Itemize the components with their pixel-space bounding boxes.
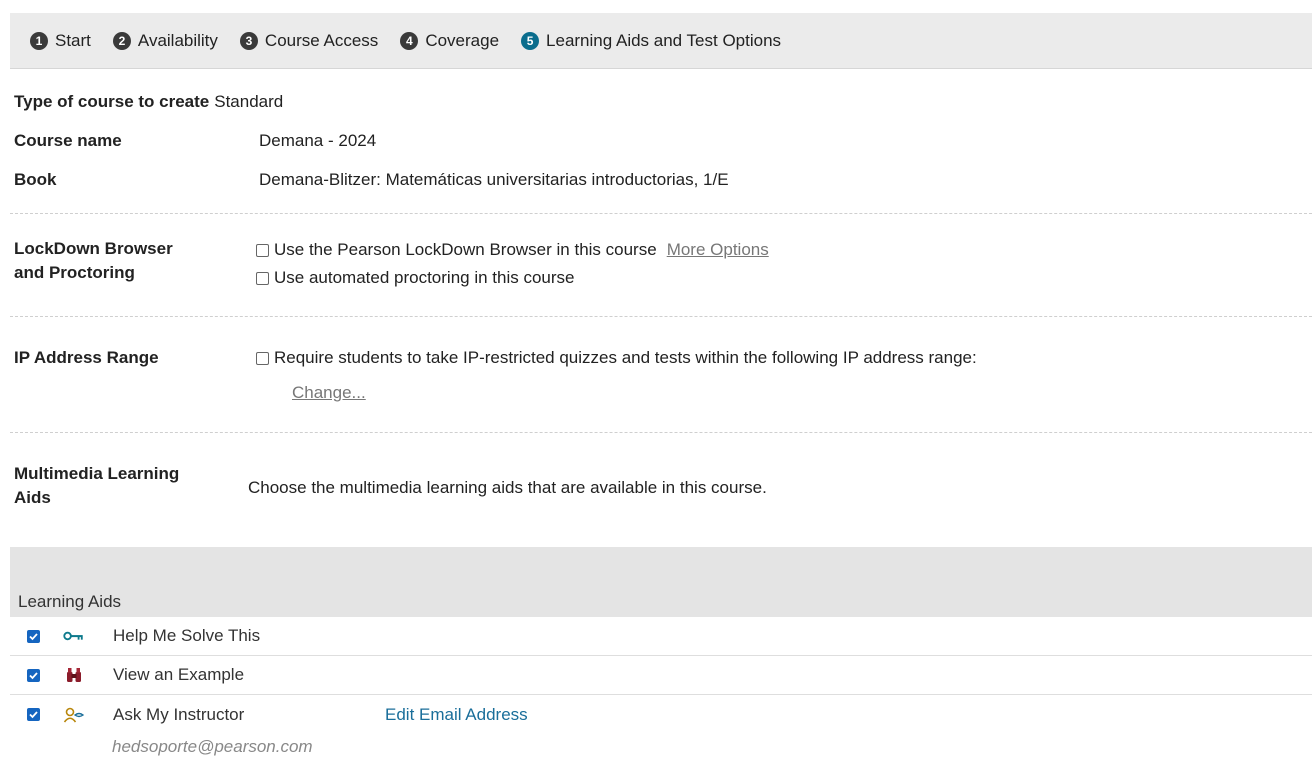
learning-aids-header-bar [10, 547, 1312, 617]
step-start[interactable]: 1 Start [30, 31, 91, 51]
section-divider [10, 316, 1312, 317]
step-availability[interactable]: 2 Availability [112, 30, 218, 51]
automated-proctoring-option-label: Use automated proctoring in this course [274, 268, 575, 287]
lockdown-browser-option: Use the Pearson LockDown Browser in this… [256, 240, 769, 260]
ip-change-link[interactable]: Change... [292, 383, 366, 403]
wizard-step-bar: 1 Start 2 Availability 3 Course Access 4… [10, 13, 1312, 69]
ask-instructor-checkbox[interactable] [27, 708, 40, 721]
step-label: Course Access [264, 30, 379, 50]
book-label: Book [14, 170, 57, 189]
lockdown-label-line1: LockDown Browser [14, 239, 173, 258]
learning-aid-row: Ask My Instructor Edit Email Address [10, 695, 1312, 734]
more-options-link[interactable]: More Options [667, 240, 769, 260]
book-row: Book Demana-Blitzer: Matemáticas univers… [14, 170, 729, 190]
learning-aid-row: Help Me Solve This [10, 617, 1312, 656]
multimedia-label-line2: Aids [14, 488, 51, 507]
automated-proctoring-option: Use automated proctoring in this course [256, 268, 575, 288]
lockdown-browser-option-label: Use the Pearson LockDown Browser in this… [274, 240, 657, 259]
course-name-label: Course name [14, 131, 122, 150]
step-learning-aids[interactable]: 5 Learning Aids and Test Options [521, 31, 781, 51]
learning-aid-label: Help Me Solve This [113, 626, 261, 645]
key-icon [63, 627, 85, 645]
book-value: Demana-Blitzer: Matemáticas universitari… [259, 170, 729, 189]
lockdown-section-label: LockDown Browser and Proctoring [14, 237, 173, 285]
section-divider [10, 432, 1312, 433]
lockdown-browser-checkbox[interactable] [256, 243, 269, 257]
learning-aids-header: Learning Aids [18, 592, 122, 611]
course-type-label: Type of course to create [14, 92, 210, 111]
automated-proctoring-checkbox[interactable] [256, 271, 269, 285]
binoculars-icon [63, 666, 85, 684]
step-label: Availability [137, 30, 218, 50]
ip-restriction-option-label: Require students to take IP-restricted q… [274, 348, 977, 367]
help-me-solve-checkbox[interactable] [27, 629, 40, 643]
step-number-badge: 4 [400, 31, 419, 50]
step-label: Start [55, 30, 91, 50]
edit-email-link[interactable]: Edit Email Address [385, 705, 528, 725]
instructor-icon [63, 706, 85, 724]
ip-range-section-label: IP Address Range [14, 348, 159, 367]
lockdown-label-line2: and Proctoring [14, 263, 135, 282]
view-example-checkbox[interactable] [27, 668, 40, 682]
step-number-badge: 3 [239, 31, 258, 50]
course-type-value: Standard [214, 92, 284, 111]
multimedia-description: Choose the multimedia learning aids that… [248, 478, 767, 497]
ip-restriction-checkbox[interactable] [256, 351, 269, 365]
instructor-email: hedsoporte@pearson.com [112, 737, 313, 756]
step-course-access[interactable]: 3 Course Access [239, 30, 379, 51]
course-name-value: Demana - 2024 [259, 131, 377, 150]
step-label: Coverage [425, 30, 500, 50]
ip-restriction-option: Require students to take IP-restricted q… [256, 348, 977, 368]
multimedia-section-label: Multimedia Learning Aids [14, 462, 179, 510]
step-label: Learning Aids and Test Options [546, 30, 782, 50]
course-name-row: Course name Demana - 2024 [14, 131, 376, 151]
step-number-badge: 5 [521, 31, 540, 50]
multimedia-label-line1: Multimedia Learning [14, 464, 180, 483]
section-divider [10, 213, 1312, 214]
learning-aid-label: Ask My Instructor [113, 704, 245, 724]
learning-aid-row: View an Example [10, 656, 1312, 695]
step-number-badge: 2 [112, 31, 131, 50]
step-number-badge: 1 [30, 31, 48, 50]
course-type-row: Type of course to create Standard [14, 92, 283, 112]
step-coverage[interactable]: 4 Coverage [400, 31, 499, 51]
learning-aid-label: View an Example [113, 665, 245, 684]
